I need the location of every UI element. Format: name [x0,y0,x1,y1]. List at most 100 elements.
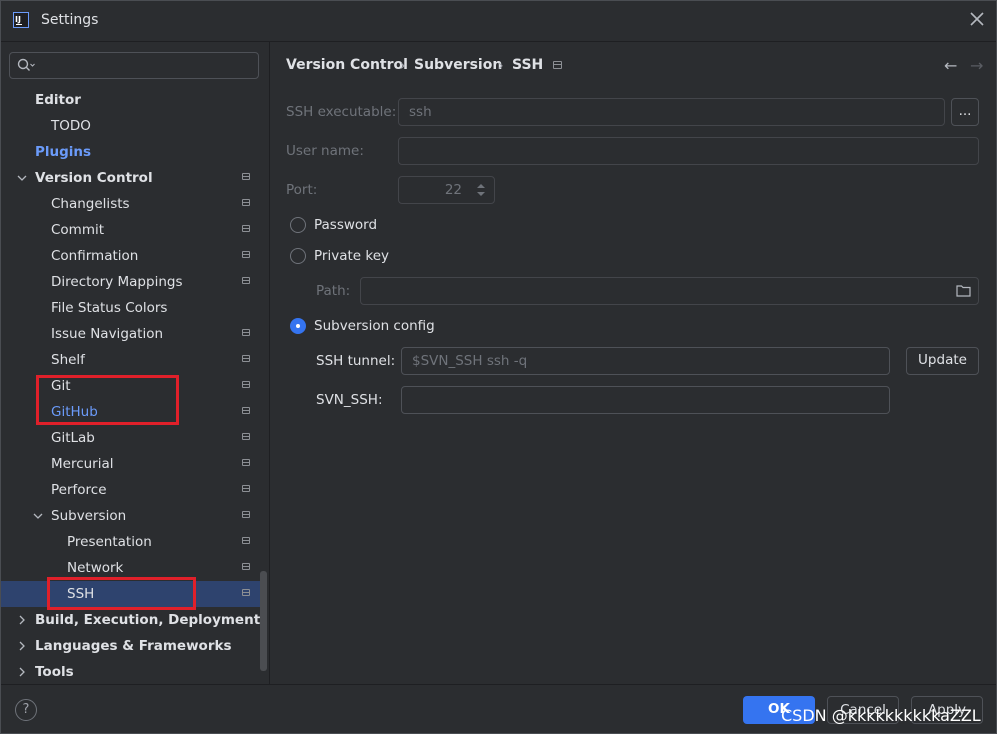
ssh-tunnel-label: SSH tunnel: [316,353,396,369]
project-settings-icon [242,199,250,206]
tree-item-subversion[interactable]: Subversion [1,503,267,529]
chevron-right-icon[interactable] [17,641,27,651]
private-key-radio[interactable] [290,248,306,264]
ssh-tunnel-field[interactable]: $SVN_SSH ssh -q [401,347,890,375]
tree-item-label: Issue Navigation [51,326,164,342]
tree-item-presentation[interactable]: Presentation [1,529,267,555]
tree-item-label: Editor [35,92,81,108]
project-settings-icon [242,485,250,492]
tree-item-shelf[interactable]: Shelf [1,347,267,373]
port-value: 22 [444,182,462,198]
subversion-config-radio[interactable] [290,318,306,334]
tree-item-version-control[interactable]: Version Control [1,165,267,191]
chevron-right-icon[interactable] [17,615,27,625]
tree-item-label: Perforce [51,482,107,498]
forward-arrow-icon[interactable]: → [970,56,983,75]
tree-item-label: Presentation [67,534,152,550]
back-arrow-icon[interactable]: ← [944,56,957,75]
svn-ssh-label: SVN_SSH: [316,392,383,408]
path-field[interactable] [360,277,979,305]
title-divider [1,41,996,42]
breadcrumb-subversion[interactable]: Subversion [414,57,502,73]
close-icon[interactable] [968,10,986,28]
subversion-config-radio-label[interactable]: Subversion config [314,318,435,334]
help-button[interactable]: ? [15,699,37,721]
chevron-down-icon[interactable] [17,173,27,183]
highlight-box-git-github [36,375,179,425]
tree-item-editor[interactable]: Editor [1,87,267,113]
tree-item-label: Subversion [51,508,127,524]
password-radio[interactable] [290,217,306,233]
update-button[interactable]: Update [906,347,979,375]
tree-item-label: Languages & Frameworks [35,638,232,654]
tree-item-label: Tools [35,664,74,680]
tree-item-label: Shelf [51,352,85,368]
chevron-right-icon[interactable] [17,667,27,677]
browse-button[interactable]: ... [951,98,979,126]
chevron-down-icon[interactable] [33,511,43,521]
project-settings-icon [242,563,250,570]
tree-item-issue-navigation[interactable]: Issue Navigation [1,321,267,347]
tree-item-confirmation[interactable]: Confirmation [1,243,267,269]
breadcrumb-separator: › [400,58,406,74]
ssh-tunnel-placeholder: $SVN_SSH ssh -q [412,353,528,369]
tree-item-label: Changelists [51,196,130,212]
panel-divider [269,42,270,684]
project-settings-icon [242,537,250,544]
ssh-executable-field[interactable]: ssh [398,98,945,126]
tree-item-plugins[interactable]: Plugins [1,139,267,165]
user-name-label: User name: [286,143,364,159]
tree-item-perforce[interactable]: Perforce [1,477,267,503]
project-settings-icon [242,381,250,388]
project-settings-icon [242,407,250,414]
app-icon-text: IJ [15,15,21,24]
project-settings-icon [242,225,250,232]
tree-item-changelists[interactable]: Changelists [1,191,267,217]
watermark-text: CSDN @kkkkkkkkkkaZZL [781,706,981,725]
tree-item-directory-mappings[interactable]: Directory Mappings [1,269,267,295]
password-radio-label[interactable]: Password [314,217,377,233]
tree-item-label: TODO [51,118,91,134]
project-settings-icon [242,277,250,284]
tree-item-label: Mercurial [51,456,114,472]
project-settings-icon [242,511,250,518]
project-settings-icon [242,355,250,362]
project-settings-icon [242,329,250,336]
user-name-field[interactable] [398,137,979,165]
project-settings-icon [553,61,562,69]
intellij-app-icon: IJ [13,12,29,28]
tree-item-mercurial[interactable]: Mercurial [1,451,267,477]
tree-item-label: Directory Mappings [51,274,183,290]
svn-ssh-field[interactable] [401,386,890,414]
tree-item-label: Build, Execution, Deployment [35,612,261,628]
private-key-radio-label[interactable]: Private key [314,248,389,264]
tree-item-label: Confirmation [51,248,139,264]
breadcrumb-separator: › [498,58,504,74]
spinner-arrows-icon[interactable] [475,181,487,199]
folder-icon[interactable] [956,284,971,297]
path-label: Path: [316,283,351,299]
title-bar: IJ Settings [1,1,996,41]
project-settings-icon [242,589,250,596]
project-settings-icon [242,251,250,258]
tree-item-languages-frameworks[interactable]: Languages & Frameworks [1,633,267,659]
ssh-executable-label: SSH executable: [286,104,397,120]
search-icon [17,58,35,71]
highlight-box-ssh [47,577,196,610]
tree-item-label: File Status Colors [51,300,168,316]
tree-item-commit[interactable]: Commit [1,217,267,243]
window-title: Settings [41,12,99,28]
tree-item-gitlab[interactable]: GitLab [1,425,267,451]
tree-item-label: Plugins [35,144,92,160]
tree-item-tools[interactable]: Tools [1,659,267,685]
tree-item-build-execution-deployment[interactable]: Build, Execution, Deployment [1,607,267,633]
settings-search-input[interactable] [9,52,259,79]
tree-item-todo[interactable]: TODO [1,113,267,139]
project-settings-icon [242,173,250,180]
port-label: Port: [286,182,318,198]
tree-item-label: GitLab [51,430,95,446]
tree-scrollbar[interactable] [260,571,267,671]
project-settings-icon [242,459,250,466]
tree-item-file-status-colors[interactable]: File Status Colors [1,295,267,321]
breadcrumb-version-control[interactable]: Version Control [286,57,408,73]
